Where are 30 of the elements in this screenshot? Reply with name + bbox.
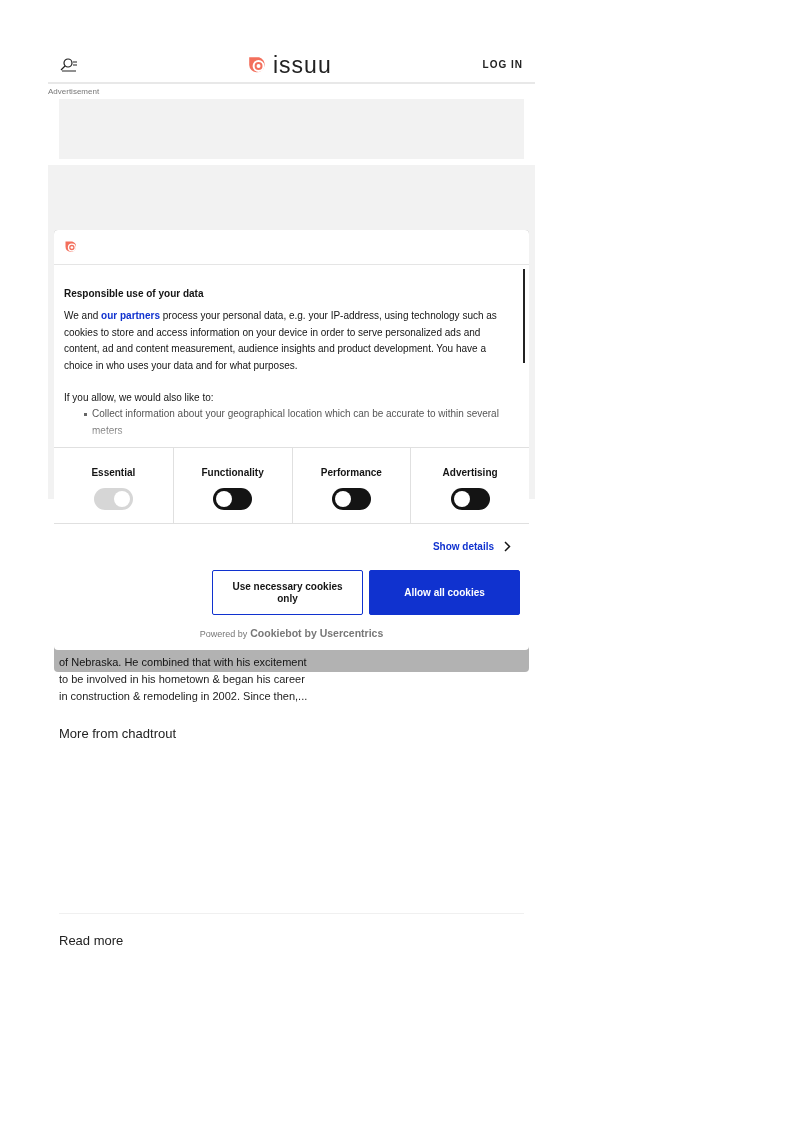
consent-intro: If you allow, we would also like to:: [64, 391, 215, 405]
powered-by-text: Powered by: [199, 628, 248, 641]
section-heading: More from chadtrout: [58, 725, 178, 743]
scrollbar-thumb[interactable]: [523, 269, 525, 363]
category-label: Essential: [91, 466, 136, 480]
category-label: Advertising: [442, 466, 498, 480]
dialog-title: Responsible use of your data: [64, 287, 205, 301]
description-line: to be involved in his hometown & began his career: [59, 672, 306, 687]
advertisement-label: Advertisement: [48, 87, 101, 97]
read-more-heading: Read more: [58, 931, 125, 950]
search-menu-icon[interactable]: [60, 56, 78, 73]
category-label: Functionality: [201, 466, 264, 480]
toggle-switch[interactable]: [331, 488, 371, 510]
bullet-icon: [84, 413, 87, 416]
toggle-switch[interactable]: [450, 488, 490, 510]
allow-all-button[interactable]: Allow all cookies: [369, 570, 520, 615]
description-line: in construction & remodeling in 2002. Since then,...: [59, 689, 309, 704]
description-line: of Nebraska. He combined that with his excitement: [59, 655, 308, 670]
partners-link[interactable]: our partners: [101, 310, 160, 321]
show-details-link[interactable]: Show details: [432, 539, 494, 554]
toggle-switch[interactable]: [213, 488, 253, 510]
category-label: Performance: [320, 466, 382, 480]
necessary-only-button[interactable]: Use necessary cookies only: [212, 570, 363, 615]
chevron-right-icon: [504, 541, 511, 552]
logo-icon: [64, 239, 79, 255]
consent-bullet: Collect information about your geographical location which can be accurate to within several meters: [92, 407, 500, 438]
logo-text: issuu: [273, 54, 332, 77]
cookiebot-brand: Cookiebot by Usercentrics: [250, 626, 384, 641]
consent-text: We and our partners process your personal data, e.g. your IP-address, using technology such as cookies to store and access information on your device in order to serve personalized ads and content, ad and content measurement, audience insights and product development. You have a choice in who uses your data and for what purposes.: [64, 309, 498, 373]
login-link[interactable]: LOG IN: [482, 57, 523, 72]
